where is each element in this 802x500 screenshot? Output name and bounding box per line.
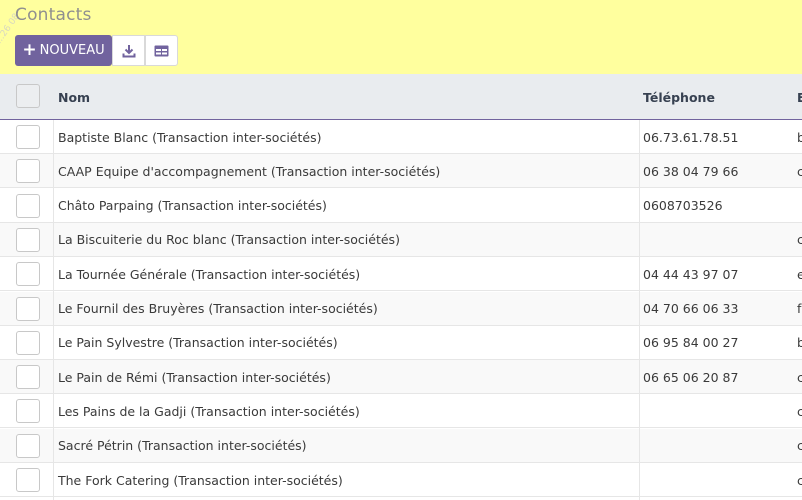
row-checkbox[interactable]: [16, 227, 40, 252]
table-row[interactable]: La Biscuiterie du Roc blanc (Transaction…: [0, 222, 802, 257]
contact-phone: 06.73.61.78.51: [643, 129, 739, 145]
contact-email: e: [797, 266, 802, 282]
row-checkbox[interactable]: [16, 365, 40, 390]
row-checkbox[interactable]: [16, 433, 40, 458]
download-icon: [122, 44, 135, 57]
contact-name[interactable]: Sacré Pétrin (Transaction inter-sociétés…: [58, 429, 307, 463]
table-row[interactable]: The Fork Catering (Transaction inter-soc…: [0, 463, 802, 497]
table-row[interactable]: La Tournée Générale (Transaction inter-s…: [0, 257, 802, 292]
contact-email: c: [797, 472, 802, 488]
table-row[interactable]: Châto Parpaing (Transaction inter-sociét…: [0, 189, 802, 223]
contact-name[interactable]: Baptiste Blanc (Transaction inter-sociét…: [58, 120, 321, 154]
contact-phone: 06 38 04 79 66: [643, 163, 739, 179]
contact-email: b: [797, 335, 802, 351]
page-title: Contacts: [15, 5, 92, 25]
row-checkbox[interactable]: [16, 125, 40, 149]
contact-email: f: [797, 301, 802, 316]
table-view-icon: [154, 45, 169, 56]
contact-name[interactable]: CAAP Equipe d'accompagnement (Transactio…: [58, 154, 440, 188]
view-options-button[interactable]: [145, 35, 178, 66]
contact-name[interactable]: The Fork Catering (Transaction inter-soc…: [58, 463, 343, 497]
row-checkbox[interactable]: [16, 399, 40, 424]
contact-phone: 06 65 06 20 87: [643, 369, 739, 385]
contact-email: c: [797, 369, 802, 385]
contact-phone: 0608703526: [643, 198, 723, 214]
contact-name[interactable]: Châto Parpaing (Transaction inter-sociét…: [58, 189, 327, 223]
column-divider: [639, 120, 640, 500]
table-header: Nom Téléphone E: [0, 74, 802, 120]
column-divider: [53, 120, 54, 500]
row-checkbox[interactable]: [16, 330, 40, 355]
contact-name[interactable]: La Biscuiterie du Roc blanc (Transaction…: [58, 223, 400, 257]
contact-phone: 04 70 66 06 33: [643, 301, 739, 316]
contact-name[interactable]: La Tournée Générale (Transaction inter-s…: [58, 257, 360, 291]
column-header-name[interactable]: Nom: [58, 74, 90, 120]
contact-email: b: [797, 129, 802, 145]
row-checkbox[interactable]: [16, 468, 40, 492]
contact-phone: 04 44 43 97 07: [643, 266, 739, 282]
row-checkbox[interactable]: [16, 296, 40, 321]
row-checkbox[interactable]: [16, 193, 40, 218]
contact-name[interactable]: Le Pain Sylvestre (Transaction inter-soc…: [58, 326, 338, 360]
table-row[interactable]: Sacré Pétrin (Transaction inter-sociétés…: [0, 428, 802, 463]
select-all-checkbox[interactable]: [16, 84, 40, 108]
new-button[interactable]: + NOUVEAU: [15, 35, 112, 66]
contact-email: c: [797, 163, 802, 179]
new-button-label: NOUVEAU: [39, 43, 105, 58]
row-checkbox[interactable]: [16, 159, 40, 184]
contact-name[interactable]: Le Pain de Rémi (Transaction inter-socié…: [58, 360, 331, 394]
table-row[interactable]: CAAP Equipe d'accompagnement (Transactio…: [0, 154, 802, 189]
table-row[interactable]: Le Pain de Rémi (Transaction inter-socié…: [0, 360, 802, 395]
contact-phone: 06 95 84 00 27: [643, 335, 739, 351]
column-header-email[interactable]: E: [797, 74, 802, 120]
table-row[interactable]: Le Pain Sylvestre (Transaction inter-soc…: [0, 326, 802, 360]
row-checkbox[interactable]: [16, 262, 40, 287]
table-row[interactable]: Baptiste Blanc (Transaction inter-sociét…: [0, 120, 802, 154]
plus-icon: +: [22, 40, 37, 60]
contact-name[interactable]: Les Pains de la Gadji (Transaction inter…: [58, 394, 360, 428]
contact-email: c: [797, 403, 802, 419]
contact-email: c: [797, 438, 802, 454]
column-header-phone[interactable]: Téléphone: [643, 74, 715, 120]
control-panel: ...26 08 Contacts + NOUVEAU: [0, 0, 802, 74]
contact-email: c: [797, 232, 802, 248]
table-row[interactable]: Les Pains de la Gadji (Transaction inter…: [0, 394, 802, 429]
table-row[interactable]: Le Fournil des Bruyères (Transaction int…: [0, 291, 802, 326]
contact-name[interactable]: Le Fournil des Bruyères (Transaction int…: [58, 292, 378, 326]
download-button[interactable]: [112, 35, 145, 66]
